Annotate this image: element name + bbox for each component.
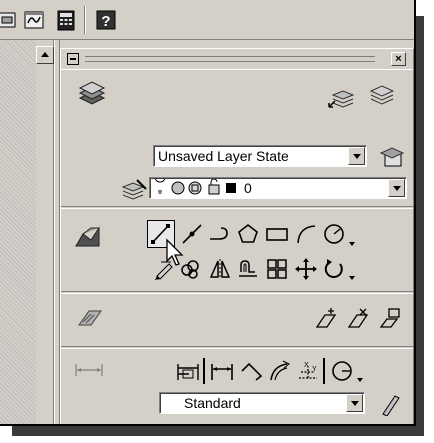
toolbar-separator <box>203 358 205 384</box>
array-icon[interactable] <box>264 256 290 282</box>
arc-icon[interactable] <box>293 221 319 247</box>
chevron-down-icon[interactable] <box>348 147 365 165</box>
aligned-dimension-icon[interactable] <box>239 358 265 384</box>
layer-states-icon[interactable] <box>367 83 397 107</box>
top-toolbar: ? <box>0 0 414 40</box>
autocad-window: ? × Unsaved Layer State 0 X Y Standard <box>0 0 416 426</box>
left-hatched-area <box>0 40 36 424</box>
svg-text:?: ? <box>101 13 110 30</box>
dimension-panel-icon[interactable] <box>73 360 105 380</box>
draw-more-arrow-icon[interactable] <box>349 242 357 248</box>
chevron-down-icon[interactable] <box>388 179 405 197</box>
layers-panel: Unsaved Layer State 0 <box>61 69 413 207</box>
layer-state-dropdown[interactable]: Unsaved Layer State <box>153 145 367 167</box>
layers-panel-icon[interactable] <box>77 81 107 107</box>
layer-previous-icon[interactable] <box>327 85 357 109</box>
add-leader-icon[interactable] <box>313 307 339 331</box>
dim-style-value: Standard <box>184 395 241 411</box>
layer-state-manager-icon[interactable] <box>379 145 405 169</box>
dimensions-panel: X Y Standard <box>61 348 413 424</box>
help-icon[interactable]: ? <box>92 6 120 34</box>
toolbar-separator <box>323 358 325 384</box>
dim-style-dropdown[interactable]: Standard <box>159 392 365 414</box>
dimension-more-arrow-icon[interactable] <box>357 378 365 384</box>
svg-text:Y: Y <box>312 366 317 373</box>
polygon-icon[interactable] <box>235 221 261 247</box>
layer-state-value: Unsaved Layer State <box>158 148 289 164</box>
baseline-dimension-icon[interactable] <box>175 358 201 384</box>
layer-dropdown[interactable]: 0 <box>149 177 407 199</box>
radius-dimension-icon[interactable] <box>329 358 355 384</box>
toolbar-icon-2[interactable] <box>20 6 48 34</box>
calculator-icon[interactable] <box>52 6 80 34</box>
rectangle-icon[interactable] <box>264 221 290 247</box>
remove-leader-icon[interactable] <box>345 307 371 331</box>
toolbar-icon-1[interactable] <box>0 6 18 34</box>
toolbar-separator <box>84 6 86 34</box>
circle-icon[interactable] <box>321 221 347 247</box>
modify-more-arrow-icon[interactable] <box>349 276 357 282</box>
polyline-icon[interactable] <box>207 221 233 247</box>
close-icon[interactable]: × <box>391 52 406 66</box>
align-leader-icon[interactable] <box>377 307 403 331</box>
dashboard-palette: × Unsaved Layer State 0 X Y Standard <box>60 48 414 424</box>
palette-grip <box>85 56 375 62</box>
svg-text:X: X <box>304 362 309 369</box>
mirror-icon[interactable] <box>207 256 233 282</box>
dim-style-manager-icon[interactable] <box>377 392 403 416</box>
arc-length-dimension-icon[interactable] <box>267 358 293 384</box>
palette-title-bar[interactable]: × <box>61 49 413 69</box>
ordinate-dimension-icon[interactable]: X Y <box>295 358 321 384</box>
scroll-up-button[interactable] <box>36 46 54 64</box>
rotate-icon[interactable] <box>321 256 347 282</box>
chevron-down-icon[interactable] <box>346 394 363 412</box>
vertical-scrollbar[interactable] <box>36 40 54 424</box>
mouse-cursor-icon <box>165 238 187 268</box>
current-layer-name: 0 <box>244 180 252 196</box>
move-icon[interactable] <box>293 256 319 282</box>
layer-status-icons <box>154 179 236 195</box>
minimize-icon[interactable] <box>67 53 79 65</box>
linear-dimension-icon[interactable] <box>209 358 235 384</box>
offset-icon[interactable] <box>235 256 261 282</box>
layer-properties-icon[interactable] <box>119 177 149 201</box>
layer-color-swatch <box>226 183 236 193</box>
draw-panel <box>61 208 413 292</box>
annotation-panel-icon[interactable] <box>75 307 105 331</box>
draw-panel-icon[interactable] <box>73 224 103 250</box>
annotation-panel <box>61 293 413 347</box>
